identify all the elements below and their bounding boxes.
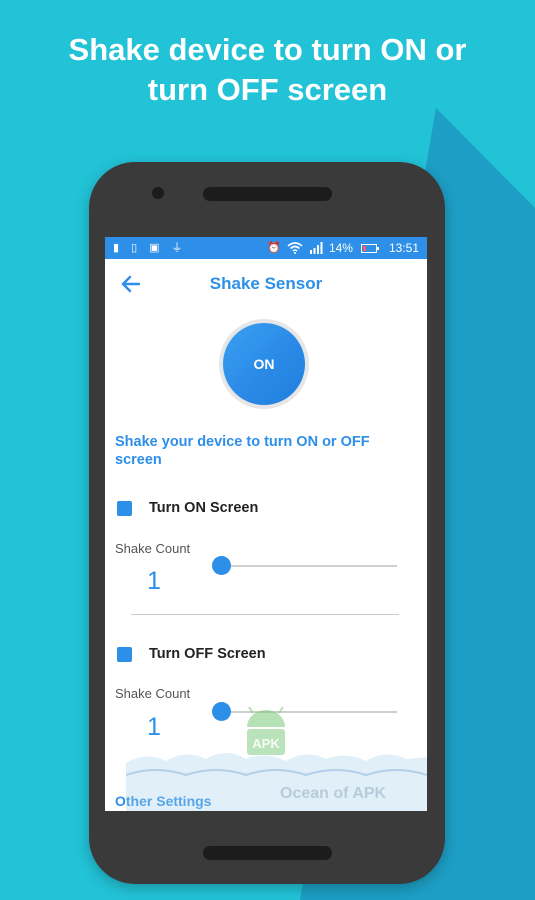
wifi-icon xyxy=(287,242,303,254)
image-icon: ▣ xyxy=(149,242,160,254)
power-toggle-ring: ON xyxy=(219,319,309,409)
turn-on-count-value: 1 xyxy=(147,567,161,595)
page-title: Shake Sensor xyxy=(209,274,323,293)
turn-off-label: Turn OFF Screen xyxy=(149,646,266,662)
turn-on-slider-thumb[interactable] xyxy=(212,556,231,575)
turn-off-slider-thumb[interactable] xyxy=(212,702,231,721)
turn-on-label: Turn ON Screen xyxy=(149,500,259,516)
android-apk-badge-icon: APK xyxy=(247,706,285,755)
promo-headline: Shake device to turn ON or turn OFF scre… xyxy=(0,30,535,110)
headline-line-2: turn OFF screen xyxy=(147,72,388,107)
arrow-left-icon[interactable] xyxy=(119,272,143,296)
front-camera xyxy=(152,187,164,199)
earpiece-speaker xyxy=(203,187,332,201)
phone-frame: ▮ ▯ ▣ ⏚ ⏰ 14% 13:51 Shake Sensor ON Shak… xyxy=(89,162,445,884)
signal-icon xyxy=(309,242,323,254)
other-settings-header: Other Settings xyxy=(115,793,212,809)
apk-badge-text: APK xyxy=(252,736,280,751)
section-divider xyxy=(131,614,399,615)
turn-on-slider-track[interactable] xyxy=(221,565,397,567)
battery-icon xyxy=(360,243,379,253)
clock: 13:51 xyxy=(388,241,419,255)
phone-screen: ▮ ▯ ▣ ⏚ ⏰ 14% 13:51 Shake Sensor ON Shak… xyxy=(105,237,427,811)
turn-on-shake-count-label: Shake Count xyxy=(115,541,191,556)
home-bar xyxy=(203,846,332,860)
watermark-text: Ocean of APK xyxy=(280,785,387,802)
status-bar: ▮ ▯ ▣ ⏚ ⏰ 14% 13:51 xyxy=(105,237,427,259)
turn-off-row[interactable]: Turn OFF Screen xyxy=(117,646,266,662)
turn-on-row[interactable]: Turn ON Screen xyxy=(117,500,258,516)
usb-icon: ⏚ xyxy=(171,242,183,254)
app-bar: Shake Sensor xyxy=(105,259,427,309)
turn-off-shake-count-label: Shake Count xyxy=(115,686,191,701)
alarm-icon: ⏰ xyxy=(267,242,281,254)
battery-saver-icon: ▮ xyxy=(113,242,120,254)
turn-off-checkbox[interactable] xyxy=(117,646,132,662)
power-toggle-button[interactable]: ON xyxy=(223,323,305,405)
battery-percent: 14% xyxy=(328,241,353,255)
description-text: Shake your device to turn ON or OFF scre… xyxy=(115,434,370,468)
turn-off-count-value: 1 xyxy=(147,713,161,741)
turn-on-checkbox[interactable] xyxy=(117,500,132,516)
headline-line-1: Shake device to turn ON or xyxy=(68,32,467,67)
phone-icon: ▯ xyxy=(131,242,138,254)
